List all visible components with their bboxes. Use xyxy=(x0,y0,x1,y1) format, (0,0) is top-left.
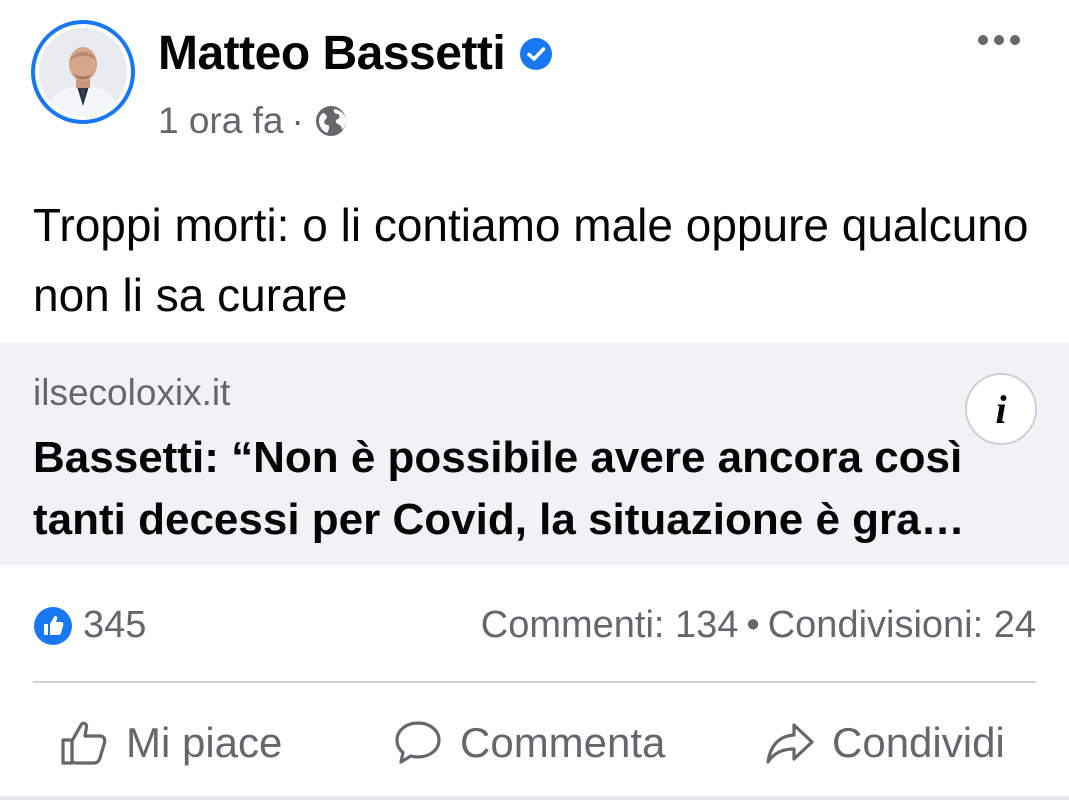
stats-separator: • xyxy=(746,604,760,646)
comment-bubble-icon xyxy=(395,721,441,764)
reaction-summary[interactable]: 345 xyxy=(33,604,146,647)
share-count[interactable]: Condivisioni: 24 xyxy=(768,604,1036,646)
link-preview[interactable]: ilsecoloxix.it Bassetti: “Non è possibil… xyxy=(0,343,1069,565)
more-options-icon[interactable] xyxy=(976,28,1022,52)
thumbs-up-icon xyxy=(61,721,107,765)
like-button-label: Mi piace xyxy=(126,719,283,766)
engagement-counts: Commenti: 134 • Condivisioni: 24 xyxy=(481,604,1036,647)
divider xyxy=(33,681,1036,683)
post-text: Troppi morti: o li contiamo male oppure … xyxy=(33,199,1029,321)
link-headline: Bassetti: “Non è possibile avere ancora … xyxy=(33,433,965,544)
author-name-text: Matteo Bassetti xyxy=(158,27,506,80)
like-count: 345 xyxy=(83,604,147,646)
avatar-image xyxy=(39,28,127,116)
post-header: Matteo Bassetti 1 ora fa · xyxy=(0,0,1069,160)
post-meta: 1 ora fa · xyxy=(158,100,348,142)
share-button[interactable]: Condividi xyxy=(764,700,1005,786)
comment-button-label: Commenta xyxy=(460,719,666,766)
comment-count[interactable]: Commenti: 134 xyxy=(481,604,739,646)
info-icon[interactable]: i xyxy=(965,373,1037,445)
share-arrow-icon xyxy=(766,723,814,764)
globe-icon xyxy=(315,106,346,136)
author-name[interactable]: Matteo Bassetti xyxy=(158,26,553,81)
like-button[interactable]: Mi piace xyxy=(58,700,282,786)
action-bar: Mi piace Commenta Condividi xyxy=(0,700,1069,790)
comment-button[interactable]: Commenta xyxy=(392,700,665,786)
like-reaction-icon xyxy=(34,606,72,645)
verified-badge-icon xyxy=(520,37,553,70)
avatar[interactable] xyxy=(31,20,135,124)
post-stats: 345 Commenti: 134 • Condivisioni: 24 xyxy=(0,596,1069,656)
link-domain: ilsecoloxix.it xyxy=(33,372,231,413)
meta-separator: · xyxy=(291,100,304,141)
post-time[interactable]: 1 ora fa xyxy=(158,100,283,142)
share-button-label: Condividi xyxy=(832,719,1005,766)
post-bottom-border xyxy=(0,796,1069,800)
